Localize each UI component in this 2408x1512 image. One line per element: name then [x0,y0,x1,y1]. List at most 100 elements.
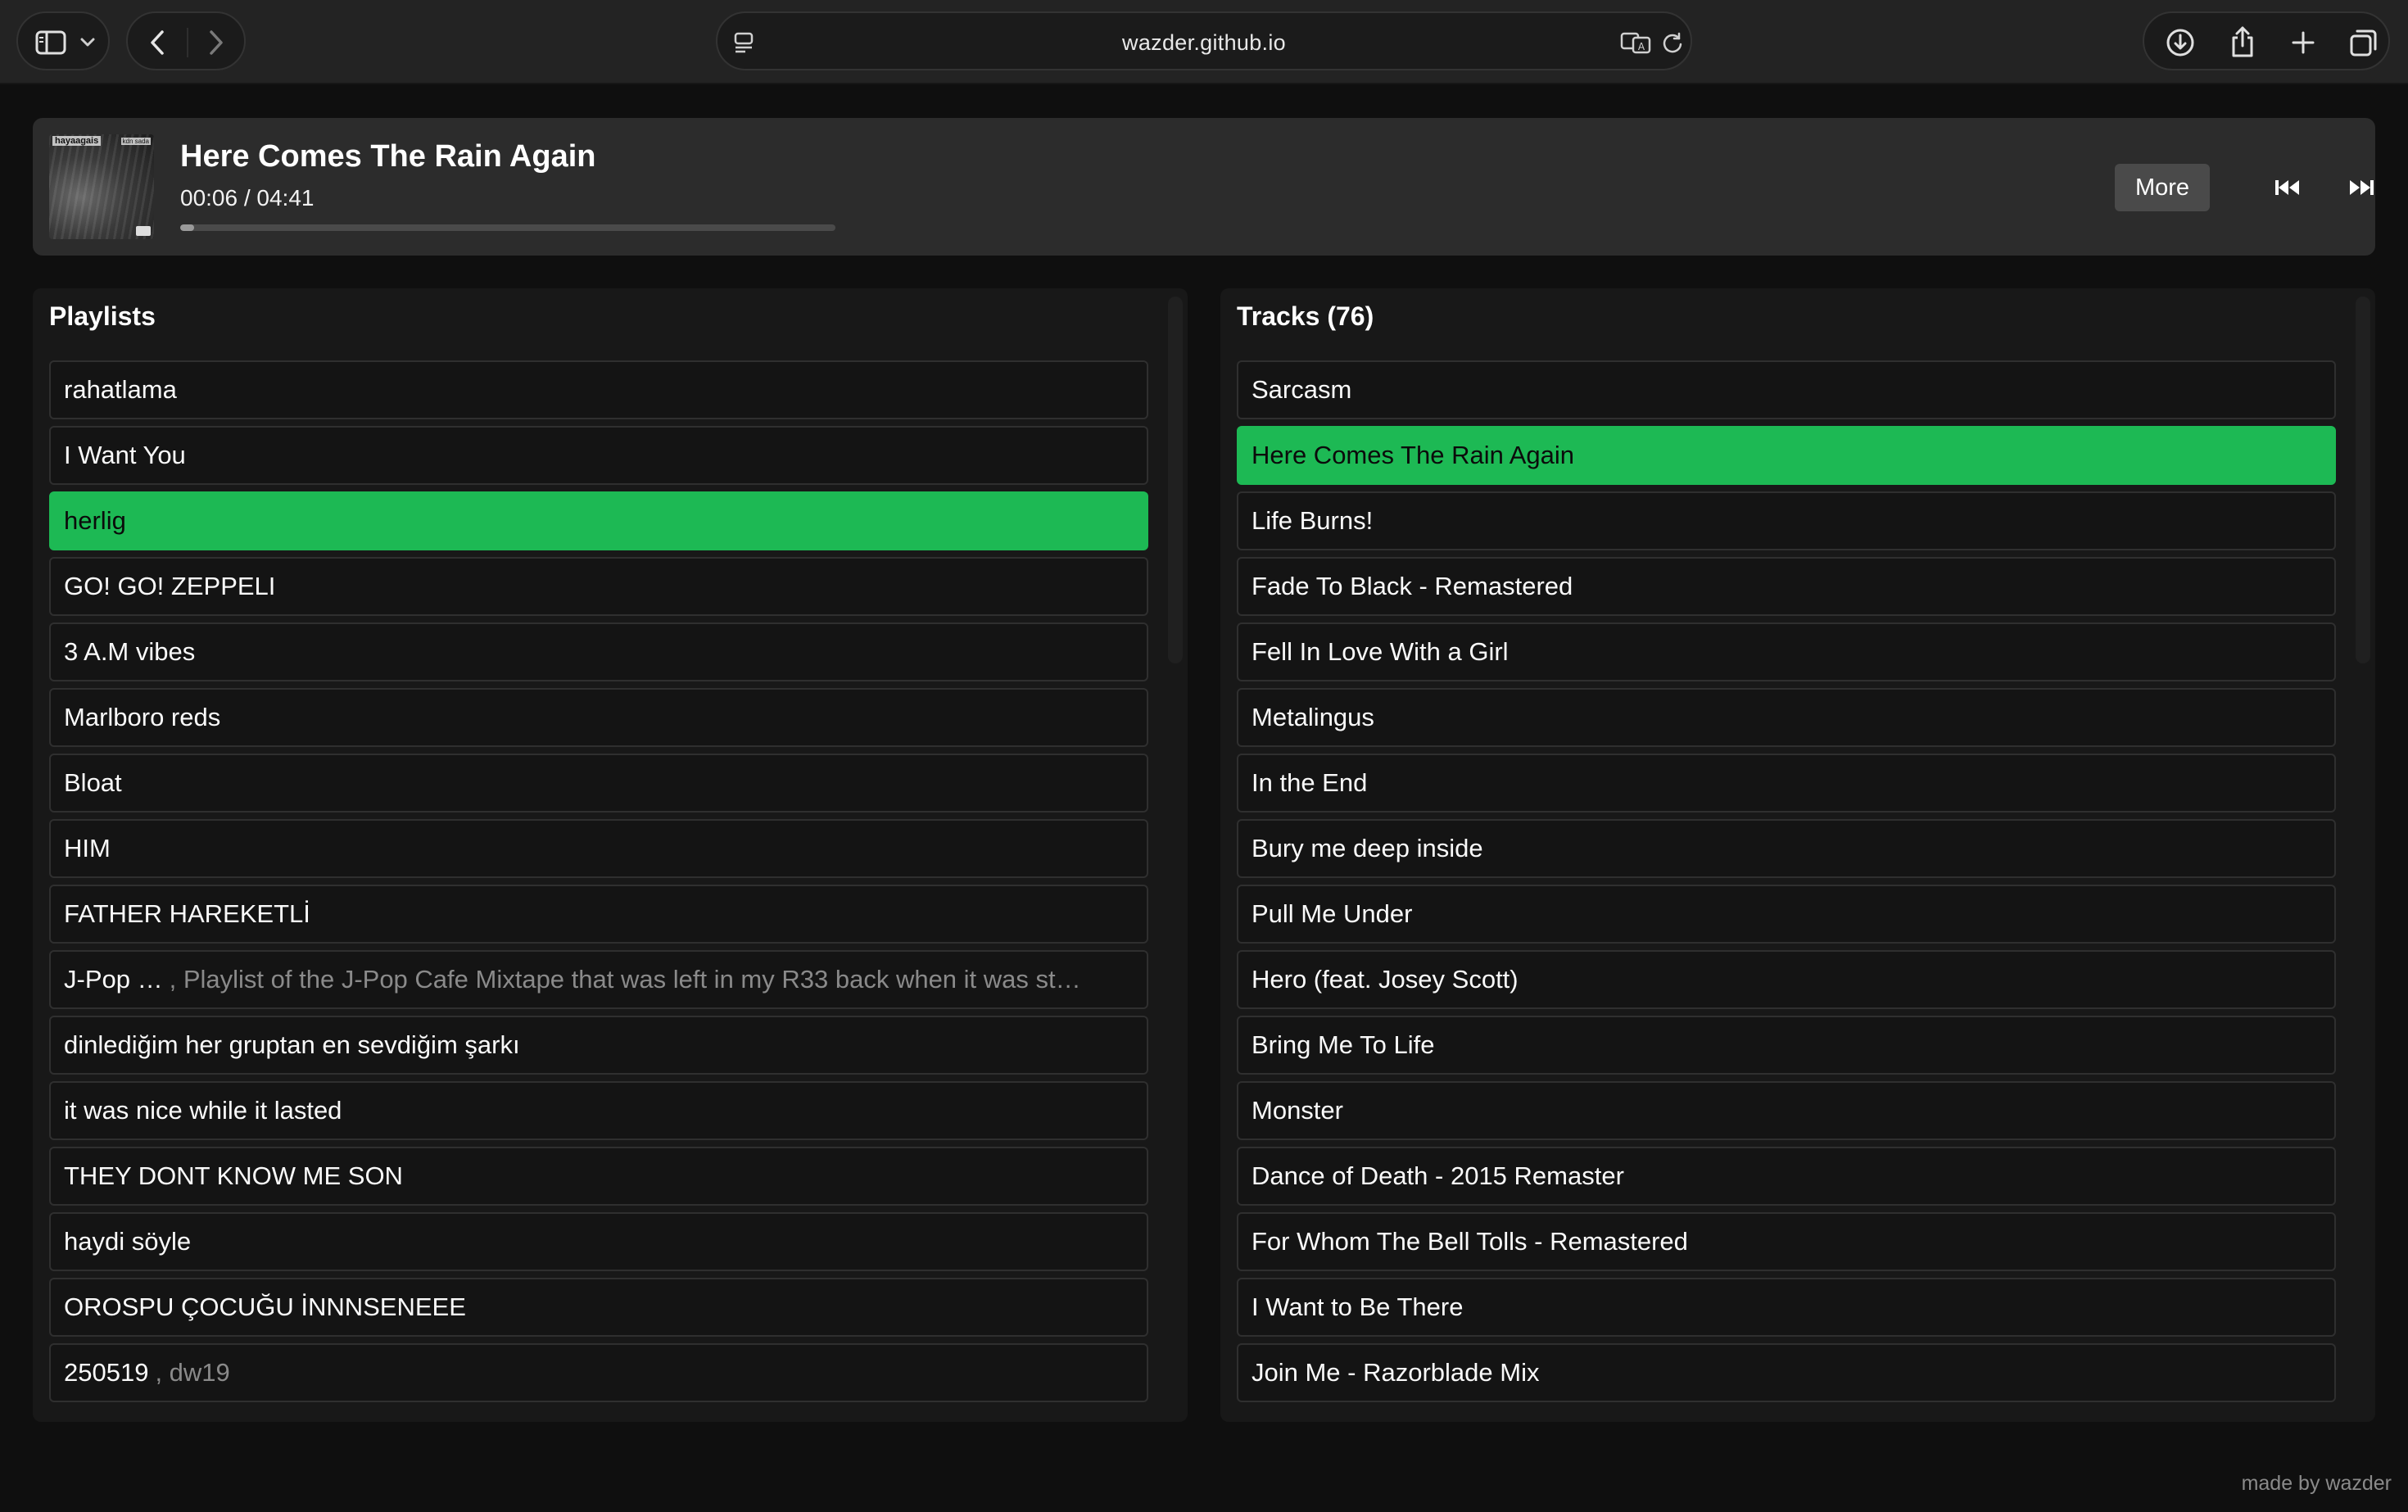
tabs-overview-icon[interactable] [2346,25,2382,61]
playlists-title: Playlists [49,301,156,331]
cover-text-left: hayaagais [52,136,102,146]
playlist-item[interactable]: HIM [49,819,1148,878]
sidebar-icon[interactable] [33,25,69,61]
svg-text:A: A [1638,41,1645,52]
track-item[interactable]: For Whom The Bell Tolls - Remastered [1237,1212,2336,1271]
playlist-item[interactable]: dinlediğim her gruptan en sevdiğim şarkı [49,1016,1148,1075]
tracks-scrollbar[interactable] [2356,297,2370,663]
playlist-item-name: HIM [64,834,111,862]
chevron-down-icon[interactable] [75,31,100,54]
track-item[interactable]: Bring Me To Life [1237,1016,2336,1075]
playlist-item-name: GO! GO! ZEPPELI [64,572,276,600]
translate-icon[interactable]: A [1618,26,1654,59]
track-item[interactable]: Life Burns! [1237,491,2336,550]
playlist-item[interactable]: 3 A.M vibes [49,622,1148,681]
playlist-item-name: 3 A.M vibes [64,637,196,666]
track-item-name: Dance of Death - 2015 Remaster [1252,1161,1624,1190]
playlist-item[interactable]: rahatlama [49,360,1148,419]
track-list: Sarcasm Here Comes The Rain Again Life Bur… [1237,360,2336,1409]
address-bar[interactable]: wazder.github.io A [716,11,1692,70]
playlist-item-name: I Want You [64,441,186,469]
playlist-item[interactable]: it was nice while it lasted [49,1081,1148,1140]
now-playing-title: Here Comes The Rain Again [180,139,596,174]
url-text[interactable]: wazder.github.io [717,13,1691,72]
playlist-list: rahatlama I Want You herlig GO! GO! ZEPPELI… [49,360,1148,1409]
track-item[interactable]: Dance of Death - 2015 Remaster [1237,1147,2336,1206]
playlist-item-name: OROSPU ÇOCUĞU İNNNSENEEE [64,1292,466,1321]
next-track-icon[interactable] [2341,167,2382,208]
new-tab-icon[interactable] [2285,25,2321,61]
forward-icon[interactable] [198,25,234,61]
playlist-item[interactable]: THEY DONT KNOW ME SON [49,1147,1148,1206]
tracks-panel: Tracks (76) Sarcasm Here Comes The Rain A… [1220,288,2375,1422]
track-item-name: Here Comes The Rain Again [1252,441,1575,469]
track-item-name: In the End [1252,768,1368,797]
playlist-item-name: herlig [64,506,126,535]
footer-credit: made by wazder [2241,1472,2392,1495]
more-button[interactable]: More [2115,164,2210,211]
track-item[interactable]: I Want to Be There [1237,1278,2336,1337]
track-item[interactable]: Bury me deep inside [1237,819,2336,878]
cover-text-right: kdn sada [120,138,151,145]
playlist-item-name: J-Pop … [64,965,163,994]
track-item-name: Metalingus [1252,703,1374,731]
playlist-item[interactable]: Bloat [49,754,1148,813]
browser-actions-group [2143,11,2390,70]
playlists-panel: Playlists rahatlama I Want You herlig GO! G… [33,288,1188,1422]
track-item[interactable]: Hero (feat. Josey Scott) [1237,950,2336,1009]
share-icon[interactable] [2225,21,2261,62]
previous-track-icon[interactable] [2267,167,2308,208]
track-item[interactable]: In the End [1237,754,2336,813]
track-item-name: Bury me deep inside [1252,834,1483,862]
playlist-item-name: Marlboro reds [64,703,221,731]
sidebar-toggle-group [16,11,110,70]
track-item[interactable]: Metalingus [1237,688,2336,747]
reload-icon[interactable] [1656,26,1689,59]
playlist-item[interactable]: GO! GO! ZEPPELI [49,557,1148,616]
progress-fill [180,224,194,231]
browser-toolbar: wazder.github.io A [0,0,2408,84]
track-item-name: Monster [1252,1096,1343,1125]
tracks-title: Tracks (76) [1237,301,1374,331]
playlist-item-name: Bloat [64,768,122,797]
download-icon[interactable] [2162,25,2198,61]
track-item-name: Fell In Love With a Girl [1252,637,1509,666]
playlist-item[interactable]: FATHER HAREKETLİ [49,885,1148,944]
now-playing-bar: hayaagais kdn sada Here Comes The Rain A… [33,118,2375,256]
track-item[interactable]: Join Me - Razorblade Mix [1237,1343,2336,1402]
playlist-item[interactable]: 250519, dw19 [49,1343,1148,1402]
progress-bar[interactable] [180,224,835,231]
track-item[interactable]: Monster [1237,1081,2336,1140]
track-item-name: Join Me - Razorblade Mix [1252,1358,1540,1387]
playlist-item-name: FATHER HAREKETLİ [64,899,310,928]
track-item-name: For Whom The Bell Tolls - Remastered [1252,1227,1688,1256]
playlist-item[interactable]: haydi söyle [49,1212,1148,1271]
playlist-item-name: haydi söyle [64,1227,192,1256]
playlist-item[interactable]: OROSPU ÇOCUĞU İNNNSENEEE [49,1278,1148,1337]
track-item-name: Bring Me To Life [1252,1030,1435,1059]
track-item[interactable]: Pull Me Under [1237,885,2336,944]
track-item[interactable]: Fell In Love With a Girl [1237,622,2336,681]
track-item[interactable]: Here Comes The Rain Again [1237,426,2336,485]
playlist-item[interactable]: Marlboro reds [49,688,1148,747]
back-icon[interactable] [139,25,175,61]
track-item[interactable]: Fade To Black - Remastered [1237,557,2336,616]
now-playing-time: 00:06 / 04:41 [180,185,315,211]
navigation-group [126,11,246,70]
playlist-item-description: , Playlist of the J-Pop Cafe Mixtape tha… [169,965,1081,994]
track-item-name: I Want to Be There [1252,1292,1464,1321]
cover-badge [136,226,151,236]
track-item-name: Hero (feat. Josey Scott) [1252,965,1519,994]
playlist-item-name: THEY DONT KNOW ME SON [64,1161,403,1190]
track-item-name: Pull Me Under [1252,899,1413,928]
playlist-item[interactable]: herlig [49,491,1148,550]
playlist-item-name: rahatlama [64,375,177,404]
nav-divider [187,28,188,57]
playlist-item-name: dinlediğim her gruptan en sevdiğim şarkı [64,1030,520,1059]
playlist-item-name: it was nice while it lasted [64,1096,342,1125]
playlist-item-description: , dw19 [155,1358,230,1387]
playlists-scrollbar[interactable] [1168,297,1183,663]
playlist-item[interactable]: I Want You [49,426,1148,485]
track-item[interactable]: Sarcasm [1237,360,2336,419]
playlist-item[interactable]: J-Pop …, Playlist of the J-Pop Cafe Mixt… [49,950,1148,1009]
